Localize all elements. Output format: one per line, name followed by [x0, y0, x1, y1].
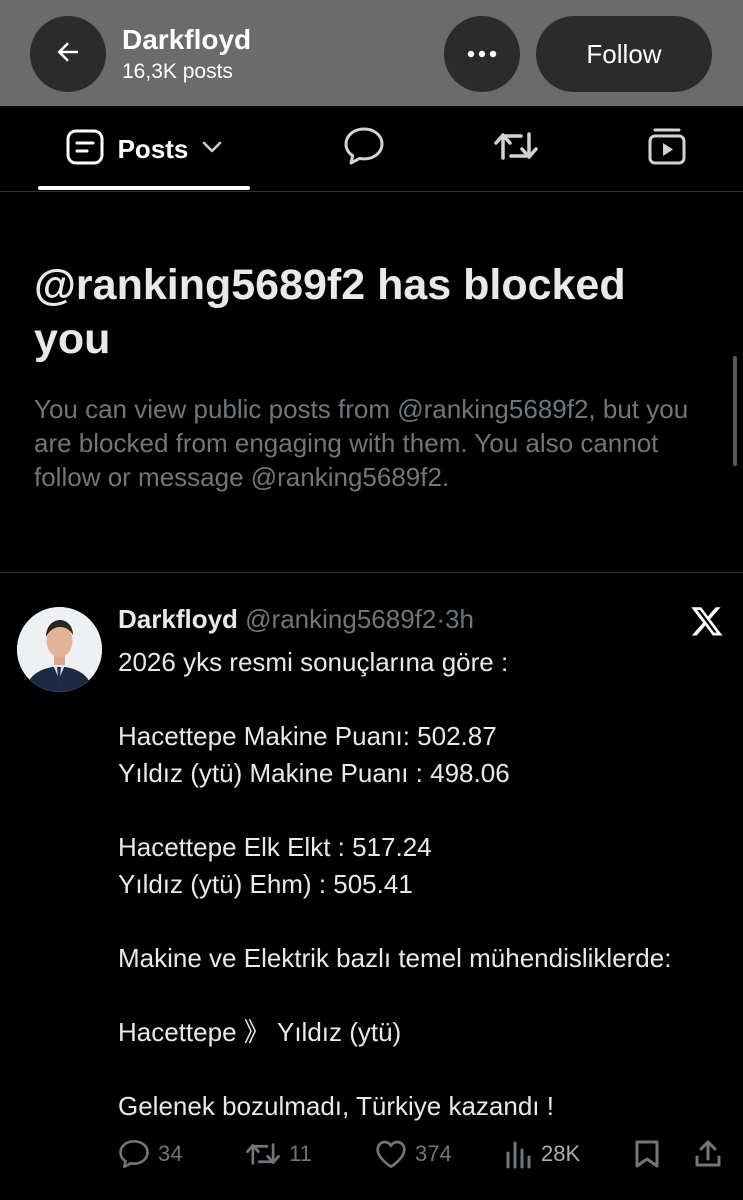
more-icon: [467, 45, 497, 63]
post-line: [118, 1051, 738, 1088]
reply-icon: [118, 1139, 150, 1169]
post-line: Hacettepe Makine Puanı: 502.87: [118, 721, 497, 751]
post-line: 2026 yks resmi sonuçlarına göre :: [118, 647, 509, 677]
divider: [0, 572, 743, 573]
avatar[interactable]: [17, 607, 102, 692]
post-line: Gelenek bozulmadı, Türkiye kazandı !: [118, 1091, 554, 1121]
tab-replies[interactable]: [342, 126, 386, 170]
post-line: Makine ve Elektrik bazlı temel mühendisl…: [118, 943, 672, 973]
view-count: 28K: [541, 1141, 581, 1166]
post-line: [118, 903, 738, 940]
post-body: 2026 yks resmi sonuçlarına göre : Hacett…: [118, 644, 738, 1125]
profile-header: Darkfloyd 16,3K posts Follow: [0, 0, 743, 106]
repost-count: 11: [289, 1141, 312, 1166]
more-button[interactable]: [444, 16, 520, 92]
post-line: [118, 681, 738, 718]
post-author-name[interactable]: Darkfloyd: [118, 604, 238, 634]
post-count: 16,3K posts: [122, 60, 233, 83]
profile-tabs: Posts: [0, 106, 743, 192]
post-header: Darkfloyd @ranking5689f2·3h: [118, 604, 474, 635]
analytics-icon: [505, 1139, 533, 1169]
post-actions: 34 11 374 28K: [0, 1132, 743, 1176]
media-icon: [647, 127, 687, 170]
follow-button[interactable]: Follow: [536, 16, 712, 92]
heart-icon: [375, 1139, 407, 1169]
reply-button[interactable]: 34: [118, 1132, 182, 1176]
tab-posts-label: Posts: [117, 133, 189, 164]
tab-posts[interactable]: Posts: [38, 106, 250, 192]
bookmark-button[interactable]: [634, 1132, 660, 1176]
repost-icon: [493, 128, 539, 169]
arrow-left-icon: [53, 37, 83, 72]
repost-button[interactable]: 11: [245, 1132, 312, 1176]
x-logo-icon: [690, 604, 724, 638]
active-tab-indicator: [38, 186, 250, 190]
reply-count: 34: [158, 1141, 183, 1166]
blocked-description: You can view public posts from @ranking5…: [34, 394, 689, 492]
post-line: Hacettepe Elk Elkt : 517.24: [118, 832, 432, 862]
share-icon: [694, 1139, 722, 1169]
share-button[interactable]: [694, 1132, 722, 1176]
posts-icon: [66, 129, 104, 170]
post-line: Yıldız (ytü) Ehm) : 505.41: [118, 869, 413, 899]
back-button[interactable]: [30, 16, 106, 92]
post-line: [118, 977, 738, 1014]
tab-media[interactable]: [645, 126, 689, 170]
chevron-down-icon: [202, 140, 222, 158]
repost-icon: [245, 1140, 281, 1168]
post-line: [118, 792, 738, 829]
views-button[interactable]: 28K: [505, 1132, 580, 1176]
post-time[interactable]: 3h: [445, 604, 474, 634]
bookmark-icon: [634, 1139, 660, 1169]
post-line: Hacettepe 》 Yıldız (ytü): [118, 1017, 402, 1047]
like-button[interactable]: 374: [375, 1132, 452, 1176]
post-line: Yıldız (ytü) Makine Puanı : 498.06: [118, 758, 510, 788]
post-author-handle[interactable]: @ranking5689f2: [245, 604, 436, 634]
blocked-heading: @ranking5689f2 has blocked you: [34, 261, 626, 363]
post-separator: ·: [436, 604, 446, 634]
like-count: 374: [415, 1141, 452, 1166]
scrollbar[interactable]: [733, 356, 737, 466]
reply-icon: [343, 126, 385, 171]
tab-reposts[interactable]: [494, 126, 538, 170]
profile-name: Darkfloyd: [122, 24, 252, 55]
